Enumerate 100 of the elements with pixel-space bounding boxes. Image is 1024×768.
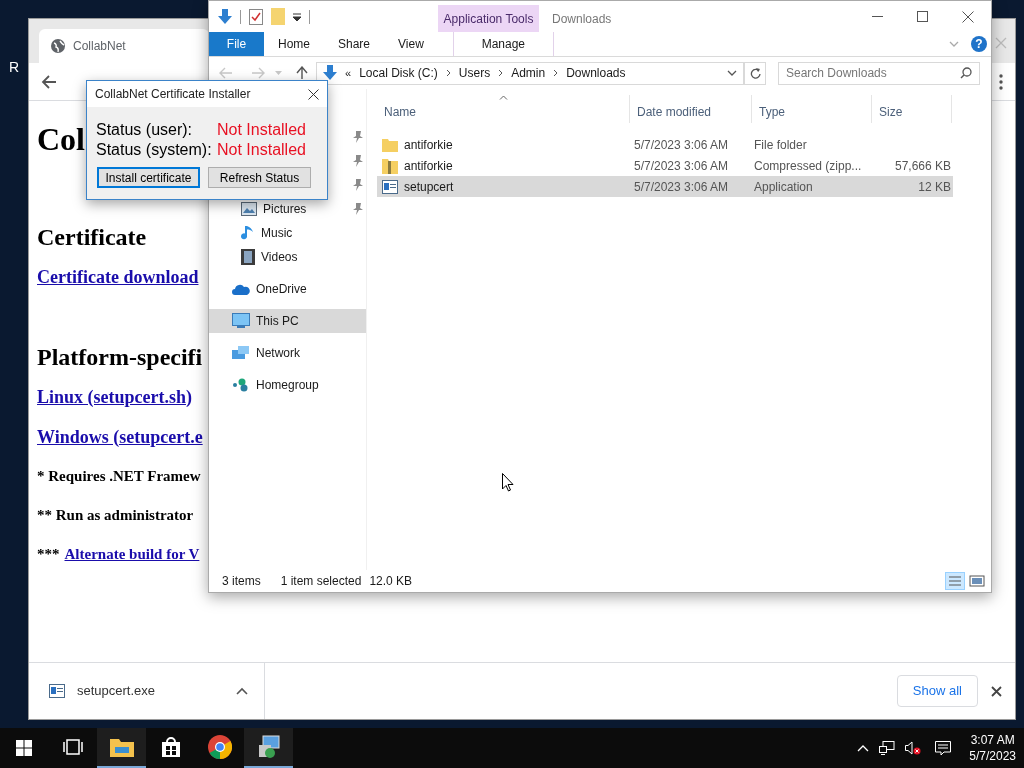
- caret-up-icon[interactable]: [236, 687, 248, 695]
- muted-speaker-icon[interactable]: [905, 741, 922, 755]
- date-cell-text: 5/7/2023 3:06 AM: [634, 157, 730, 175]
- show-all-button[interactable]: Show all: [896, 675, 978, 707]
- close-icon[interactable]: [991, 685, 1002, 697]
- ribbon-tab[interactable]: Manage: [452, 32, 554, 56]
- chevron-up-icon[interactable]: [857, 744, 870, 752]
- download-arrow-icon[interactable]: [218, 8, 232, 25]
- selection-info: 1 item selected: [280, 573, 362, 590]
- minimize-icon[interactable]: [872, 15, 883, 18]
- film-icon: [241, 249, 255, 265]
- file-name: antiforkie: [404, 157, 453, 175]
- column-header[interactable]: Type: [752, 95, 872, 123]
- folder-icon[interactable]: [109, 737, 134, 757]
- chevron-right-icon[interactable]: [553, 69, 559, 77]
- selection-size: 12.0 KB: [369, 573, 413, 590]
- sort-caret-icon: [499, 95, 508, 100]
- type-cell-text: Application: [754, 178, 814, 196]
- dropdown-icon[interactable]: [293, 12, 301, 21]
- address-bar[interactable]: « Local Disk (C:) Users Admin Downloads: [316, 61, 744, 85]
- page-title: Col: [37, 120, 85, 159]
- network-icon: [232, 345, 250, 361]
- breadcrumb-item[interactable]: Downloads: [566, 64, 626, 82]
- pin-icon[interactable]: [353, 131, 363, 143]
- close-icon[interactable]: [308, 88, 319, 100]
- network-icon[interactable]: [879, 741, 896, 755]
- size-cell-text: 12 KB: [918, 178, 951, 196]
- nav-item[interactable]: Homegroup: [209, 373, 366, 397]
- download-arrow-icon: [323, 65, 337, 81]
- file-row[interactable]: setupcert 5/7/2023 3:06 AM Application 12 KB: [377, 176, 953, 197]
- clock-date[interactable]: 5/7/2023: [969, 748, 1016, 764]
- column-header[interactable]: Name: [377, 95, 630, 123]
- download-link[interactable]: Linux (setupcert.sh): [37, 383, 192, 411]
- pin-icon[interactable]: [353, 203, 363, 215]
- thumbnails-view-icon[interactable]: [967, 572, 987, 590]
- breadcrumb-item[interactable]: Users: [458, 64, 491, 82]
- size-cell-text: 57,666 KB: [894, 157, 951, 175]
- application-icon: [382, 179, 398, 194]
- alternate-build-link[interactable]: Alternate build for V: [64, 543, 200, 566]
- status-value: Not Installed: [217, 142, 306, 158]
- overflow-chevron-icon[interactable]: «: [345, 64, 352, 82]
- dialog-button[interactable]: Install certificate: [97, 167, 200, 188]
- download-link[interactable]: Certificate download: [37, 263, 199, 291]
- file-tab[interactable]: File: [209, 32, 264, 56]
- browser-icon[interactable]: [207, 735, 232, 759]
- cloud-icon: [232, 283, 250, 295]
- clock-time[interactable]: 3:07 AM: [970, 732, 1015, 748]
- nav-item[interactable]: OneDrive: [209, 277, 366, 301]
- nav-item[interactable]: Music: [209, 221, 366, 245]
- file-name: setupcert: [404, 178, 454, 196]
- notification-icon[interactable]: [935, 740, 952, 756]
- type-cell-text: Compressed (zipp...: [754, 157, 863, 175]
- back-arrow-icon[interactable]: [41, 74, 57, 89]
- menu-icon[interactable]: [999, 73, 1003, 90]
- date-cell-text: 5/7/2023 3:06 AM: [634, 136, 730, 154]
- nav-item[interactable]: Network: [209, 341, 366, 365]
- breadcrumb-item[interactable]: Admin: [511, 64, 546, 82]
- chevron-right-icon[interactable]: [445, 69, 451, 77]
- browser-tab[interactable]: CollabNet: [39, 29, 209, 63]
- nav-item[interactable]: Pictures: [209, 197, 366, 221]
- globe-icon: [51, 39, 65, 53]
- up-arrow-icon[interactable]: [296, 66, 308, 80]
- chevron-right-icon[interactable]: [498, 69, 504, 77]
- ribbon-tab[interactable]: Home: [264, 32, 324, 56]
- refresh-button[interactable]: [744, 61, 766, 85]
- date-cell-text: 5/7/2023 3:06 AM: [634, 178, 730, 196]
- pin-icon[interactable]: [353, 155, 363, 167]
- task-view-icon[interactable]: [62, 739, 83, 755]
- section-heading: Platform-specifi: [37, 343, 203, 372]
- column-header[interactable]: Date modified: [630, 95, 752, 123]
- download-file-name[interactable]: setupcert.exe: [77, 681, 224, 701]
- close-icon[interactable]: [962, 10, 974, 23]
- file-row[interactable]: antiforkie 5/7/2023 3:06 AM Compressed (zipp... 57,666 KB: [377, 155, 953, 176]
- installer-icon[interactable]: [256, 735, 281, 759]
- type-cell-text: File folder: [754, 136, 808, 154]
- dialog-title: CollabNet Certificate Installer: [95, 86, 252, 103]
- application-icon: [49, 684, 65, 698]
- dialog-button[interactable]: Refresh Status: [208, 167, 311, 188]
- contextual-tab-header: Application Tools: [438, 5, 539, 32]
- folder-icon: [382, 137, 398, 152]
- file-row[interactable]: antiforkie 5/7/2023 3:06 AM File folder: [377, 134, 953, 155]
- maximize-icon[interactable]: [917, 11, 928, 22]
- breadcrumb-item[interactable]: Local Disk (C:): [359, 64, 438, 82]
- nav-item[interactable]: This PC: [209, 309, 366, 333]
- search-field[interactable]: Search Downloads: [778, 61, 980, 85]
- zip-folder-icon: [382, 157, 398, 174]
- column-header[interactable]: Size: [872, 95, 952, 123]
- ribbon-tab[interactable]: View: [384, 32, 438, 56]
- chevron-down-icon[interactable]: [727, 70, 737, 76]
- status-value: Not Installed: [217, 122, 306, 138]
- properties-icon[interactable]: [249, 8, 263, 25]
- item-count: 3 items: [222, 573, 261, 590]
- nav-item[interactable]: Videos: [209, 245, 366, 269]
- download-link[interactable]: Windows (setupcert.e: [37, 423, 203, 451]
- help-icon[interactable]: ?: [971, 36, 987, 52]
- shopping-bag-icon[interactable]: [159, 736, 182, 758]
- status-label: Status (user):: [96, 122, 194, 138]
- windows-start-icon[interactable]: [16, 740, 32, 756]
- pin-icon[interactable]: [353, 179, 363, 191]
- ribbon-tab[interactable]: Share: [324, 32, 385, 56]
